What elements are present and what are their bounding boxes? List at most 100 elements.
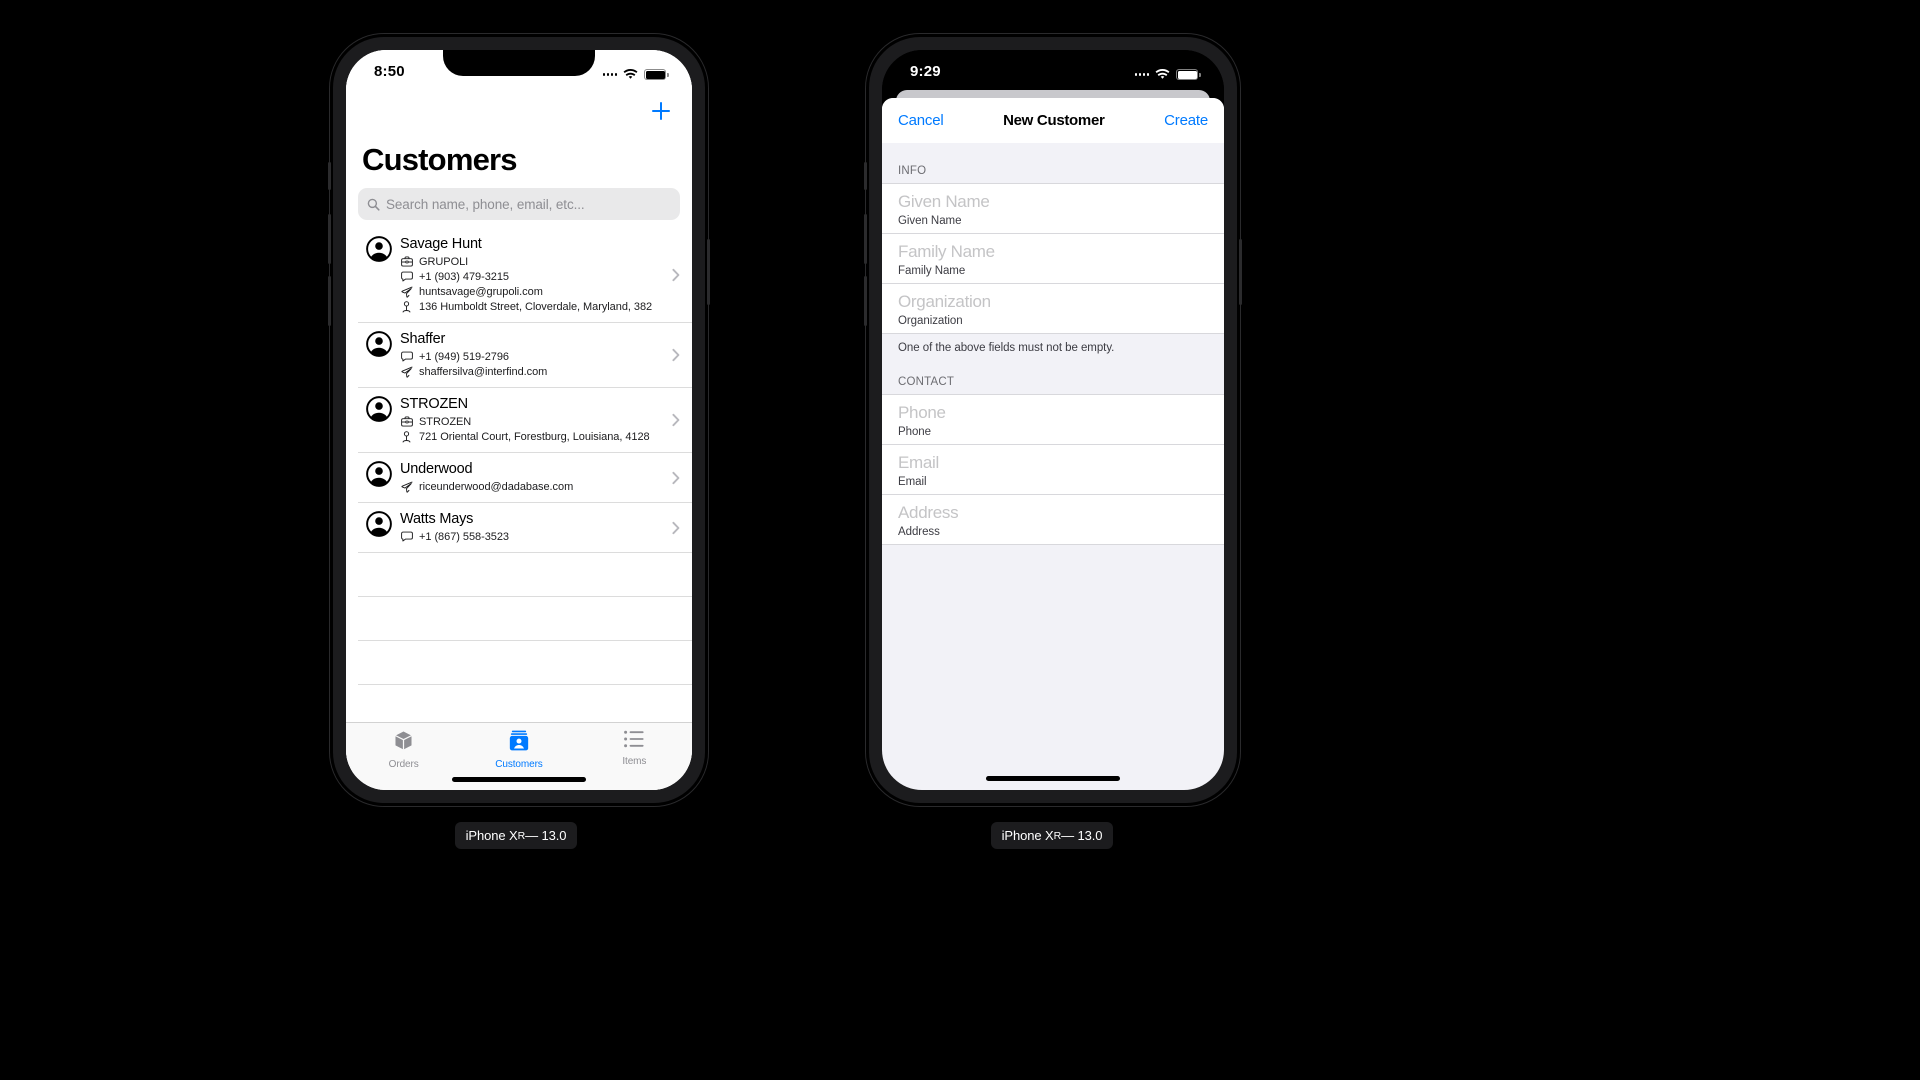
- silent-switch: [328, 162, 331, 190]
- status-bar: 8:50: [346, 50, 692, 80]
- volume-up-button: [328, 214, 331, 264]
- table-row[interactable]: Shaffer +1 (949) 519-2796 shaffersilva@int…: [358, 323, 692, 388]
- volume-down-button: [328, 276, 331, 326]
- sheet-title: New Customer: [1003, 112, 1105, 129]
- detail-line: shaffersilva@interfind.com: [400, 364, 662, 379]
- cancel-button[interactable]: Cancel: [898, 112, 944, 129]
- field-placeholder: Family Name: [898, 241, 995, 261]
- paperplane-icon: [400, 366, 413, 378]
- detail-text: shaffersilva@interfind.com: [419, 365, 548, 378]
- new-customer-screen: Cancel New Customer Create INFO Given Nam…: [882, 50, 1224, 790]
- status-indicators: [602, 69, 669, 80]
- chevron-right-icon: [672, 268, 680, 282]
- caption-model: iPhone X: [465, 828, 518, 843]
- given-name-field[interactable]: Given Name Given Name: [882, 184, 1224, 234]
- family-name-field[interactable]: Family Name Family Name: [882, 234, 1224, 284]
- box-icon: [393, 730, 414, 756]
- caption-variant: R: [1053, 829, 1062, 842]
- create-button[interactable]: Create: [1164, 112, 1208, 129]
- row-content: STROZEN STROZEN 721 Oriental Court, Forest…: [400, 396, 692, 444]
- row-content: Savage Hunt GRUPOLI +1 (903) 479-3215 hunts…: [400, 236, 692, 314]
- wifi-icon: [623, 69, 638, 79]
- field-placeholder: Address: [898, 502, 959, 522]
- avatar: [358, 331, 400, 357]
- customer-name: Watts Mays: [400, 511, 474, 527]
- detail-line: 721 Oriental Court, Forestburg, Louisian…: [400, 429, 662, 444]
- section-header: CONTACT: [898, 375, 955, 388]
- tab-orders[interactable]: Orders: [346, 730, 461, 770]
- field-placeholder: Organization: [898, 291, 991, 311]
- detail-text: +1 (867) 558-3523: [419, 530, 509, 543]
- chevron-right-icon: [672, 413, 680, 427]
- avatar: [358, 396, 400, 422]
- silent-switch: [864, 162, 867, 190]
- new-customer-sheet: Cancel New Customer Create INFO Given Nam…: [882, 98, 1224, 790]
- field-caption: Address: [898, 525, 940, 538]
- list-item: [358, 597, 692, 641]
- phone-screen: 8:50 Customers Search name, phone, email…: [346, 50, 692, 790]
- search-container: Search name, phone, email, etc...: [358, 188, 680, 220]
- detail-line: +1 (867) 558-3523: [400, 529, 662, 544]
- list-icon: [624, 730, 644, 753]
- customer-name: Savage Hunt: [400, 236, 482, 252]
- status-time: 8:50: [374, 63, 405, 80]
- field-caption: Organization: [898, 314, 963, 327]
- table-row[interactable]: Underwood riceunderwood@dadabase.com: [358, 453, 692, 503]
- section-header: INFO: [898, 165, 927, 177]
- location-icon: [400, 300, 413, 313]
- field-caption: Email: [898, 475, 927, 488]
- detail-text: 136 Humboldt Street, Cloverdale, Marylan…: [419, 300, 653, 313]
- customer-name: Underwood: [400, 461, 473, 477]
- battery-icon: [1176, 69, 1201, 80]
- email-field[interactable]: Email Email: [882, 445, 1224, 495]
- page-title: Customers: [362, 142, 518, 177]
- detail-line: 136 Humboldt Street, Cloverdale, Marylan…: [400, 299, 662, 314]
- home-indicator: [986, 776, 1120, 781]
- add-customer-button[interactable]: [648, 98, 674, 124]
- field-caption: Family Name: [898, 264, 966, 277]
- volume-up-button: [864, 214, 867, 264]
- briefcase-icon: [400, 256, 413, 267]
- message-icon: [400, 351, 413, 362]
- validation-message: One of the above fields must not be empt…: [898, 341, 1115, 354]
- tab-label: Orders: [388, 759, 419, 770]
- avatar: [358, 511, 400, 537]
- row-content: Underwood riceunderwood@dadabase.com: [400, 461, 692, 494]
- phone-field[interactable]: Phone Phone: [882, 395, 1224, 445]
- detail-line: STROZEN: [400, 414, 662, 429]
- tab-customers[interactable]: Customers: [461, 730, 576, 770]
- field-placeholder: Phone: [898, 402, 946, 422]
- home-indicator: [452, 777, 586, 782]
- detail-line: riceunderwood@dadabase.com: [400, 479, 662, 494]
- power-button: [707, 239, 710, 305]
- chevron-right-icon: [672, 521, 680, 534]
- tab-label: Customers: [495, 759, 543, 770]
- caption-version: — 13.0: [1061, 828, 1103, 843]
- table-row[interactable]: Watts Mays +1 (867) 558-3523: [358, 503, 692, 553]
- paperplane-icon: [400, 286, 413, 298]
- table-row[interactable]: STROZEN STROZEN 721 Oriental Court, Forest…: [358, 388, 692, 453]
- detail-line: +1 (903) 479-3215: [400, 269, 662, 284]
- search-input[interactable]: Search name, phone, email, etc...: [358, 188, 680, 220]
- customers-list: Savage Hunt GRUPOLI +1 (903) 479-3215 hunts…: [346, 228, 692, 729]
- detail-text: GRUPOLI: [419, 255, 469, 268]
- search-icon: [367, 198, 380, 211]
- paperplane-icon: [400, 481, 413, 493]
- form-group: Given Name Given Name Family Name Family Na…: [882, 183, 1224, 334]
- chevron-right-icon: [672, 471, 680, 484]
- status-bar: 9:29: [882, 50, 1224, 80]
- avatar: [358, 236, 400, 262]
- sheet-navigation-bar: Cancel New Customer Create: [882, 98, 1224, 143]
- search-placeholder: Search name, phone, email, etc...: [386, 196, 585, 212]
- address-field[interactable]: Address Address: [882, 495, 1224, 544]
- caption-variant: R: [517, 829, 526, 842]
- detail-text: riceunderwood@dadabase.com: [419, 480, 574, 493]
- location-icon: [400, 430, 413, 443]
- device-caption-customers: iPhone XR — 13.0: [455, 822, 577, 849]
- customers-screen: Customers Search name, phone, email, etc…: [346, 50, 692, 790]
- organization-field[interactable]: Organization Organization: [882, 284, 1224, 333]
- tab-label: Items: [622, 756, 647, 767]
- table-row[interactable]: Savage Hunt GRUPOLI +1 (903) 479-3215 hunts…: [358, 228, 692, 323]
- tab-items[interactable]: Items: [577, 730, 692, 767]
- field-caption: Phone: [898, 425, 932, 438]
